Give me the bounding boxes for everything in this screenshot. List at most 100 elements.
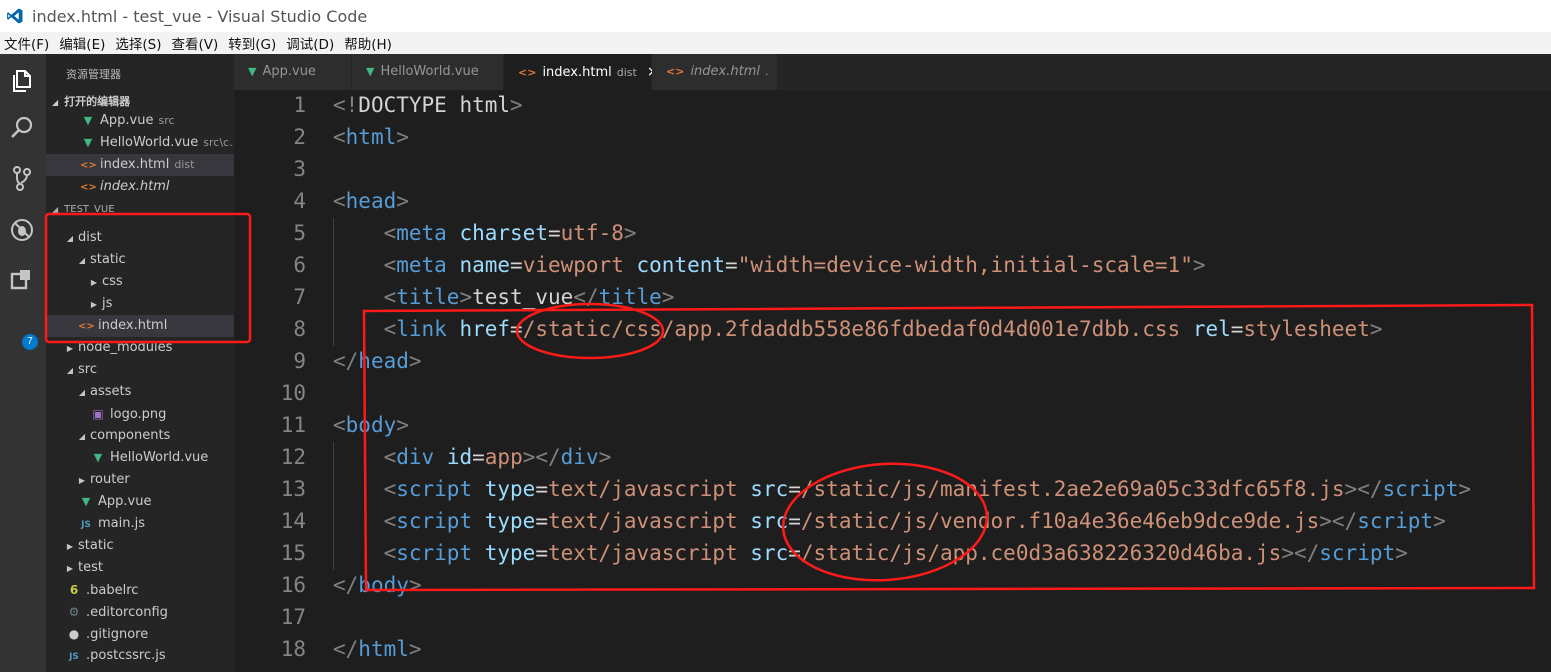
code-token: > — [396, 413, 409, 437]
tree-item[interactable]: JS main.js — [46, 513, 234, 535]
code-token: > — [408, 573, 422, 597]
code-line[interactable]: <div id=app></div> — [333, 445, 612, 469]
tree-item[interactable]: ▣ logo.png — [46, 403, 234, 425]
code-line[interactable]: </html> — [333, 637, 422, 661]
code-line[interactable]: <body> — [333, 413, 409, 437]
editor-tab[interactable]: ▼ HelloWorld.vue — [352, 54, 504, 90]
vue-file-icon: ▼ — [83, 136, 93, 149]
open-editors-header[interactable]: ◢ 打开的编辑器 — [52, 93, 130, 109]
line-number: 12 — [280, 445, 306, 469]
menu-item[interactable]: 调试(D) — [282, 33, 340, 53]
code-token: name — [459, 253, 511, 277]
source-control-icon[interactable] — [8, 164, 36, 192]
code-token: text/javascript — [547, 509, 738, 533]
code-editor[interactable]: 1 <!DOCTYPE html> 2 <html> 3 4 <head> 5 <meta c… — [234, 90, 1551, 672]
code-token: href — [459, 317, 511, 341]
tree-item[interactable]: ◢ static — [46, 249, 234, 271]
chevron-down-icon[interactable]: ◢ — [76, 250, 88, 272]
code-line[interactable]: </body> — [333, 573, 422, 597]
chevron-right-icon[interactable]: ▶ — [88, 272, 100, 294]
tab-label: HelloWorld.vue — [380, 64, 479, 79]
chevron-down-icon[interactable]: ◢ — [76, 426, 88, 448]
tree-item[interactable]: ◢ assets — [46, 381, 234, 403]
extensions-icon[interactable] — [8, 266, 36, 294]
code-token: ></ — [522, 445, 561, 469]
debug-icon[interactable] — [8, 216, 36, 244]
menu-item[interactable]: 查看(V) — [168, 33, 225, 53]
editor-tab[interactable]: ▼ App.vue — [234, 54, 352, 90]
code-token: > — [661, 285, 675, 309]
open-editor-item[interactable]: <> index.html — [46, 176, 234, 198]
editor-tab[interactable]: <>index.htmldist× — [504, 54, 659, 90]
menu-item[interactable]: 帮助(H) — [340, 33, 398, 53]
tree-item[interactable]: ▶ test — [46, 557, 234, 579]
tree-item[interactable]: ▶ css — [46, 271, 234, 293]
tree-item[interactable]: JS .postcssrc.js — [46, 645, 234, 667]
code-token: test_vue — [472, 285, 574, 309]
code-line[interactable]: <html> — [333, 125, 409, 149]
code-line[interactable]: <!DOCTYPE html> — [333, 93, 523, 117]
tree-item[interactable]: <> index.html — [46, 315, 234, 337]
code-line[interactable]: <head> — [333, 189, 409, 213]
chevron-down-icon[interactable]: ◢ — [76, 382, 88, 404]
file-description: src — [158, 114, 175, 127]
code-line[interactable]: <meta name=viewport content="width=devic… — [333, 253, 1206, 277]
code-line[interactable]: <script type=text/javascript src=/static… — [333, 541, 1408, 565]
chevron-right-icon[interactable]: ▶ — [88, 294, 100, 316]
code-token: < — [383, 445, 397, 469]
vue-file-icon: ▼ — [83, 114, 93, 127]
code-token: ></ — [1319, 509, 1358, 533]
code-line[interactable]: <script type=text/javascript src=/static… — [333, 509, 1446, 533]
code-token: = — [510, 253, 523, 277]
tree-item[interactable]: ⚙ .editorconfig — [46, 601, 234, 623]
tree-item[interactable]: ▼ App.vue — [46, 491, 234, 513]
tree-item[interactable]: ◢ src — [46, 359, 234, 381]
chevron-down-icon[interactable]: ◢ — [64, 360, 76, 382]
search-icon[interactable] — [8, 114, 36, 142]
tree-item-label: assets — [90, 384, 132, 399]
code-token: > — [510, 93, 523, 117]
open-editor-item[interactable]: <> index.html dist — [46, 154, 234, 176]
editor-tab[interactable]: <> index.html. — [652, 54, 778, 90]
open-editor-item[interactable]: ▼ App.vue src — [46, 110, 234, 132]
code-token: src — [750, 541, 789, 565]
tree-item[interactable]: ▶ router — [46, 469, 234, 491]
chevron-right-icon[interactable]: ▶ — [76, 470, 88, 492]
menu-item[interactable]: 编辑(E) — [55, 33, 111, 53]
code-line[interactable]: <script type=text/javascript src=/static… — [333, 477, 1471, 501]
tree-item[interactable]: ◢ dist — [46, 227, 234, 249]
code-token: < — [383, 317, 397, 341]
open-editor-item[interactable]: ▼ HelloWorld.vue src\c... — [46, 132, 234, 154]
vue-file-icon: ▼ — [366, 65, 375, 78]
chevron-right-icon[interactable]: ▶ — [64, 338, 76, 360]
code-line[interactable]: <link href=/static/css/app.2fdaddb558e86… — [333, 317, 1383, 341]
tree-item[interactable]: ▶ static — [46, 535, 234, 557]
html-file-icon: <> — [518, 66, 537, 79]
tree-item[interactable]: 6 .babelrc — [46, 579, 234, 601]
tree-item[interactable]: ▶ js — [46, 293, 234, 315]
code-line[interactable]: </head> — [333, 349, 422, 373]
menu-item[interactable]: 文件(F) — [0, 33, 55, 53]
explorer-icon[interactable] — [8, 66, 36, 94]
project-header[interactable]: ◢ TEST_VUE — [52, 204, 115, 216]
menu-item[interactable]: 转到(G) — [224, 33, 282, 53]
tree-item-label: App.vue — [98, 494, 152, 509]
code-token: < — [333, 189, 346, 213]
chevron-right-icon[interactable]: ▶ — [64, 536, 76, 558]
code-token: meta — [396, 221, 447, 245]
tree-item[interactable]: ▼ HelloWorld.vue — [46, 447, 234, 469]
tree-item[interactable]: ● .gitignore — [46, 623, 234, 645]
code-token: stylesheet — [1243, 317, 1370, 341]
tab-description: dist — [616, 66, 637, 79]
chevron-right-icon[interactable]: ▶ — [64, 558, 76, 580]
tree-item[interactable]: ◢ components — [46, 425, 234, 447]
code-line[interactable]: <title>test_vue</title> — [333, 285, 675, 309]
code-token: = — [535, 509, 548, 533]
chevron-down-icon[interactable]: ◢ — [64, 228, 76, 250]
menu-item[interactable]: 选择(S) — [111, 33, 167, 53]
line-number: 14 — [280, 509, 306, 533]
tree-item[interactable]: ▶ node_modules — [46, 337, 234, 359]
code-line[interactable]: <meta charset=utf-8> — [333, 221, 637, 245]
